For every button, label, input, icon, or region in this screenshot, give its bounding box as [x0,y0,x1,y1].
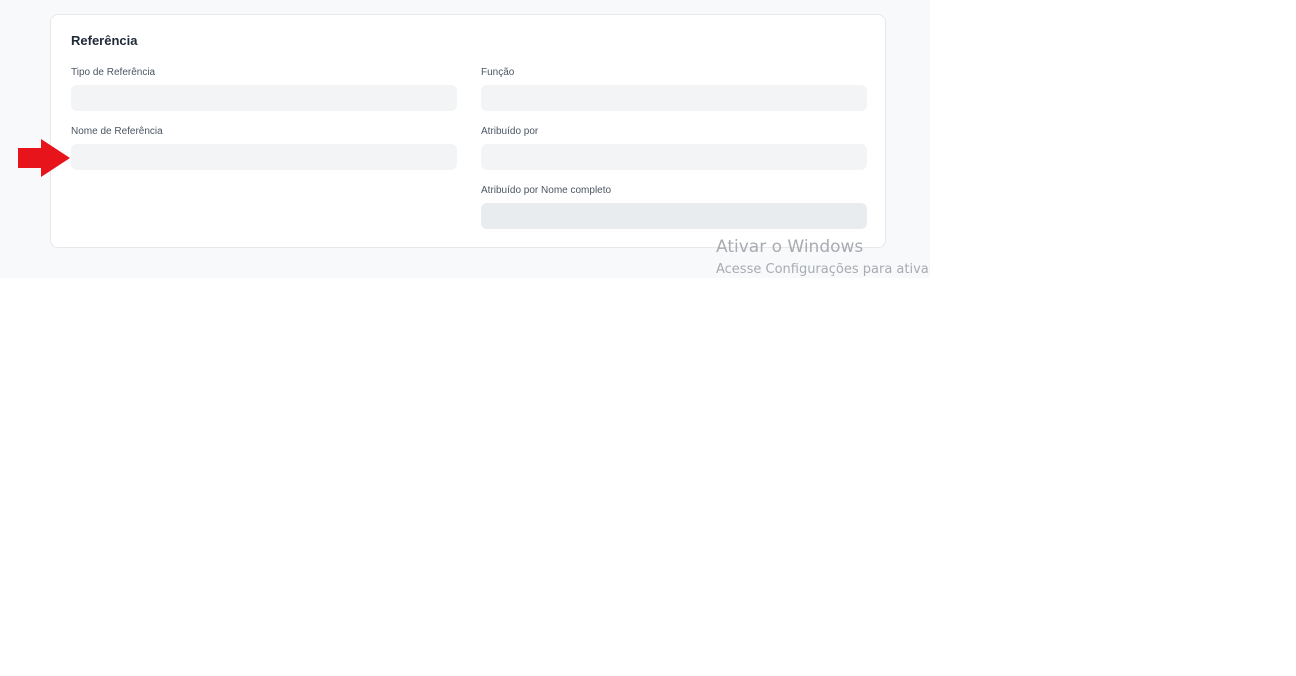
watermark-title: Ativar o Windows [716,237,864,257]
funcao-input[interactable] [481,85,867,111]
nome-referencia-input[interactable] [71,144,457,170]
atribuido-por-input[interactable] [481,144,867,170]
atribuido-por-label: Atribuído por [481,126,539,137]
section-title: Referência [71,33,138,48]
nome-referencia-label: Nome de Referência [71,126,163,137]
funcao-label: Função [481,67,515,78]
tipo-referencia-input[interactable] [71,85,457,111]
reference-section-card: Referência Tipo de Referência Função Nom… [50,14,886,248]
atribuido-por-nome-label: Atribuído por Nome completo [481,185,612,196]
tipo-referencia-label: Tipo de Referência [71,67,156,78]
red-arrow-right-icon [18,139,70,177]
atribuido-por-nome-input[interactable] [481,203,867,229]
watermark-subtitle: Acesse Configurações para ativar o Windo… [716,262,930,277]
app-viewport: Referência Tipo de Referência Função Nom… [0,0,930,278]
windows-activation-watermark: Ativar o Windows Acesse Configurações pa… [716,235,930,278]
